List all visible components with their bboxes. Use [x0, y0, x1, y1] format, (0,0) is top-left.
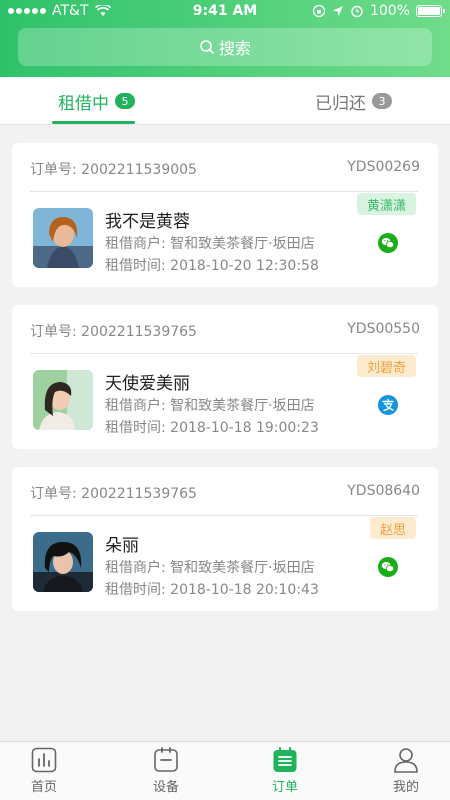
status-bar: AT&T 9:41 AM 100%: [0, 0, 450, 24]
wechat-pay-icon: [378, 233, 398, 253]
order-header: 订单号: 2002211539765 YDS08640: [30, 483, 420, 503]
nav-profile[interactable]: 我的: [366, 747, 446, 799]
wechat-pay-icon: [378, 557, 398, 577]
header: AT&T 9:41 AM 100% 搜索: [0, 0, 450, 77]
rental-time: 租借时间: 2018-10-20 12:30:58: [105, 258, 319, 274]
staff-tag: 刘碧奇: [356, 355, 416, 377]
divider: [30, 191, 418, 192]
divider: [30, 353, 418, 354]
nav-profile-label: 我的: [392, 780, 419, 795]
lock-rotation-icon: [312, 4, 326, 18]
tab-returned-label: 已归还: [315, 93, 366, 114]
staff-tag: 赵思: [369, 517, 416, 539]
device-icon: [154, 747, 178, 772]
user-name: 我不是黄蓉: [105, 212, 190, 232]
nav-orders-label: 订单: [271, 780, 298, 795]
divider: [30, 515, 418, 516]
order-header: 订单号: 2002211539765 YDS00550: [30, 321, 420, 341]
nav-devices[interactable]: 设备: [126, 747, 206, 799]
tab-renting[interactable]: 租借中 5: [58, 77, 135, 125]
active-tab-indicator: [52, 121, 135, 124]
order-number: 订单号: 2002211539005: [30, 162, 197, 178]
order-number: 订单号: 2002211539765: [30, 324, 197, 340]
tab-renting-count-badge: 5: [115, 93, 135, 109]
location-icon: [332, 6, 343, 16]
search-label: 搜索: [218, 39, 251, 58]
rental-time: 租借时间: 2018-10-18 19:00:23: [105, 420, 319, 436]
alipay-icon: [378, 395, 398, 415]
nav-devices-label: 设备: [152, 780, 179, 795]
merchant-info: 租借商户: 智和致美茶餐厅·坂田店: [105, 236, 315, 252]
order-card[interactable]: 订单号: 2002211539765 YDS00550 刘碧奇 天使爱美丽 租借…: [12, 305, 438, 449]
alarm-icon: [351, 5, 363, 18]
nav-home-label: 首页: [30, 780, 57, 795]
tab-returned-count-badge: 3: [372, 93, 392, 109]
device-id: YDS08640: [347, 483, 420, 499]
battery-icon: [416, 5, 445, 17]
avatar: [33, 370, 93, 430]
tab-renting-label: 租借中: [58, 93, 109, 114]
user-name: 天使爱美丽: [105, 374, 190, 394]
nav-home[interactable]: 首页: [4, 747, 84, 799]
bottom-nav: 首页 设备 订单 我的: [0, 741, 450, 800]
nav-orders[interactable]: 订单: [245, 747, 325, 799]
order-number: 订单号: 2002211539765: [30, 486, 197, 502]
order-card[interactable]: 订单号: 2002211539765 YDS08640 赵思 朵丽 租借商户: …: [12, 467, 438, 611]
order-card[interactable]: 订单号: 2002211539005 YDS00269 黄潇潇 我不是黄蓉 租借…: [12, 143, 438, 287]
rental-time: 租借时间: 2018-10-18 20:10:43: [105, 582, 319, 598]
battery-percent: 100%: [369, 3, 410, 19]
search-bar[interactable]: 搜索: [18, 28, 432, 66]
staff-tag: 黄潇潇: [356, 193, 416, 215]
profile-icon: [394, 748, 418, 773]
order-tabs: 租借中 5 已归还 3: [0, 77, 450, 125]
device-id: YDS00550: [347, 321, 420, 337]
order-header: 订单号: 2002211539005 YDS00269: [30, 159, 420, 179]
chart-icon: [31, 747, 57, 773]
status-right: 100%: [312, 3, 445, 19]
search-icon: [200, 40, 214, 54]
avatar: [33, 532, 93, 592]
merchant-info: 租借商户: 智和致美茶餐厅·坂田店: [105, 398, 315, 414]
tab-returned[interactable]: 已归还 3: [315, 77, 392, 125]
order-icon: [273, 747, 297, 772]
avatar: [33, 208, 93, 268]
merchant-info: 租借商户: 智和致美茶餐厅·坂田店: [105, 560, 315, 576]
device-id: YDS00269: [347, 159, 420, 175]
user-name: 朵丽: [105, 536, 139, 556]
